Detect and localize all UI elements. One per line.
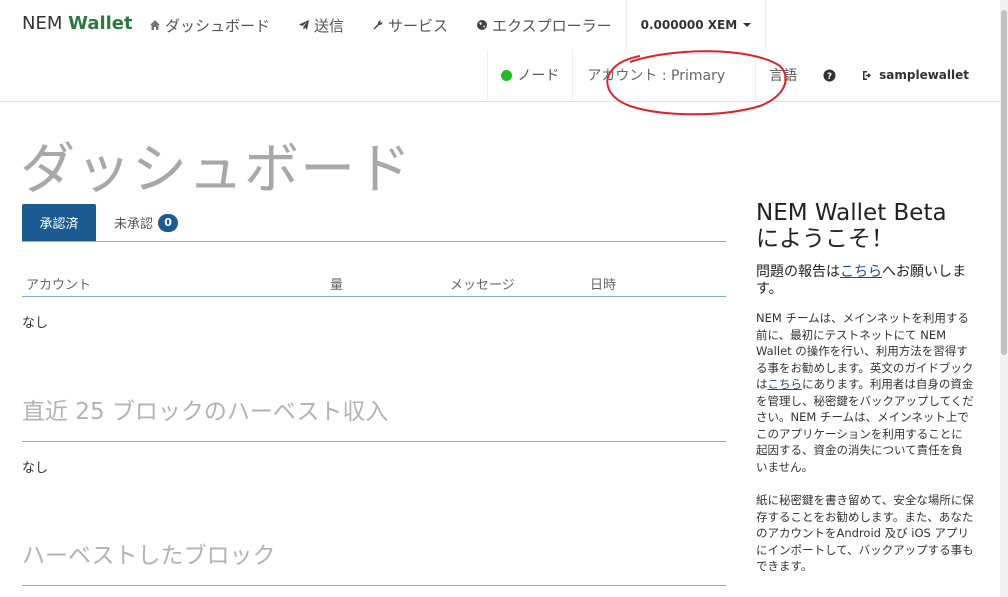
transaction-tabs: 承認済 未承認 0 bbox=[22, 204, 726, 242]
harvested-blocks-title: ハーベストしたブロック bbox=[22, 543, 276, 569]
sign-out-icon bbox=[863, 70, 872, 80]
send-icon bbox=[299, 20, 310, 30]
column-datetime: 日時 bbox=[590, 278, 617, 293]
transaction-empty: なし bbox=[22, 316, 49, 331]
harvest-income-title: 直近 25 ブロックのハーベスト収入 bbox=[22, 399, 389, 425]
svg-text:?: ? bbox=[827, 72, 832, 82]
nav-services[interactable]: サービス bbox=[358, 0, 462, 50]
column-amount: 量 bbox=[330, 278, 344, 293]
backup-advice-paragraph: 紙に秘密鍵を書き留めて、安全な場所に保存することをお勧めします。また、あなたのア… bbox=[756, 493, 974, 573]
brand-logo[interactable]: NEM Wallet bbox=[22, 13, 133, 34]
divider bbox=[22, 441, 726, 442]
node-status-dot-icon bbox=[501, 69, 513, 81]
logout-button[interactable]: samplewallet bbox=[849, 50, 982, 100]
wrench-icon bbox=[373, 20, 383, 30]
disclaimer-paragraph: NEM チームは、メインネットを利用する前に、最初にテストネットにて NEM W… bbox=[756, 311, 974, 474]
nav-dashboard[interactable]: ダッシュボード bbox=[135, 0, 284, 50]
nav-explorer[interactable]: エクスプローラー bbox=[462, 0, 626, 50]
tab-unconfirmed[interactable]: 未承認 0 bbox=[114, 204, 179, 241]
globe-icon bbox=[477, 20, 488, 30]
harvest-income-empty: なし bbox=[22, 461, 49, 476]
scrollbar[interactable] bbox=[1000, 0, 1008, 597]
home-icon bbox=[150, 20, 160, 30]
page-title: ダッシュボード bbox=[20, 137, 413, 201]
guidebook-link[interactable]: こちら bbox=[768, 377, 803, 391]
nav-send[interactable]: 送信 bbox=[284, 0, 358, 50]
welcome-panel: NEM Wallet Beta にようこそ！ 問題の報告はこちらへお願いします。… bbox=[756, 200, 974, 575]
divider bbox=[22, 585, 726, 586]
report-issue-link[interactable]: こちら bbox=[840, 264, 882, 280]
secondary-nav: ノード アカウント : Primary 言語 ? samplewallet bbox=[487, 50, 982, 100]
node-status[interactable]: ノード bbox=[487, 50, 572, 100]
language-selector[interactable]: 言語 bbox=[756, 50, 810, 100]
tab-confirmed[interactable]: 承認済 bbox=[22, 204, 96, 241]
column-account: アカウント bbox=[26, 278, 92, 293]
transaction-table-header: アカウント 量 メッセージ 日時 bbox=[22, 270, 726, 297]
navbar: NEM Wallet ダッシュボード 送信 サービス エクスプローラー 0.00… bbox=[0, 0, 1000, 102]
welcome-heading: NEM Wallet Beta にようこそ！ bbox=[756, 200, 947, 252]
main-nav: ダッシュボード 送信 サービス エクスプローラー 0.000000 XEM bbox=[135, 0, 767, 50]
column-message: メッセージ bbox=[450, 278, 515, 293]
balance-dropdown[interactable]: 0.000000 XEM bbox=[625, 0, 767, 50]
unconfirmed-count-badge: 0 bbox=[158, 213, 179, 232]
caret-down-icon bbox=[743, 23, 752, 27]
account-selector[interactable]: アカウント : Primary bbox=[572, 50, 757, 100]
help-button[interactable]: ? bbox=[810, 50, 849, 100]
scrollbar-thumb[interactable] bbox=[1001, 10, 1007, 355]
question-circle-icon: ? bbox=[823, 69, 836, 82]
report-issue-text: 問題の報告はこちらへお願いします。 bbox=[756, 264, 966, 297]
